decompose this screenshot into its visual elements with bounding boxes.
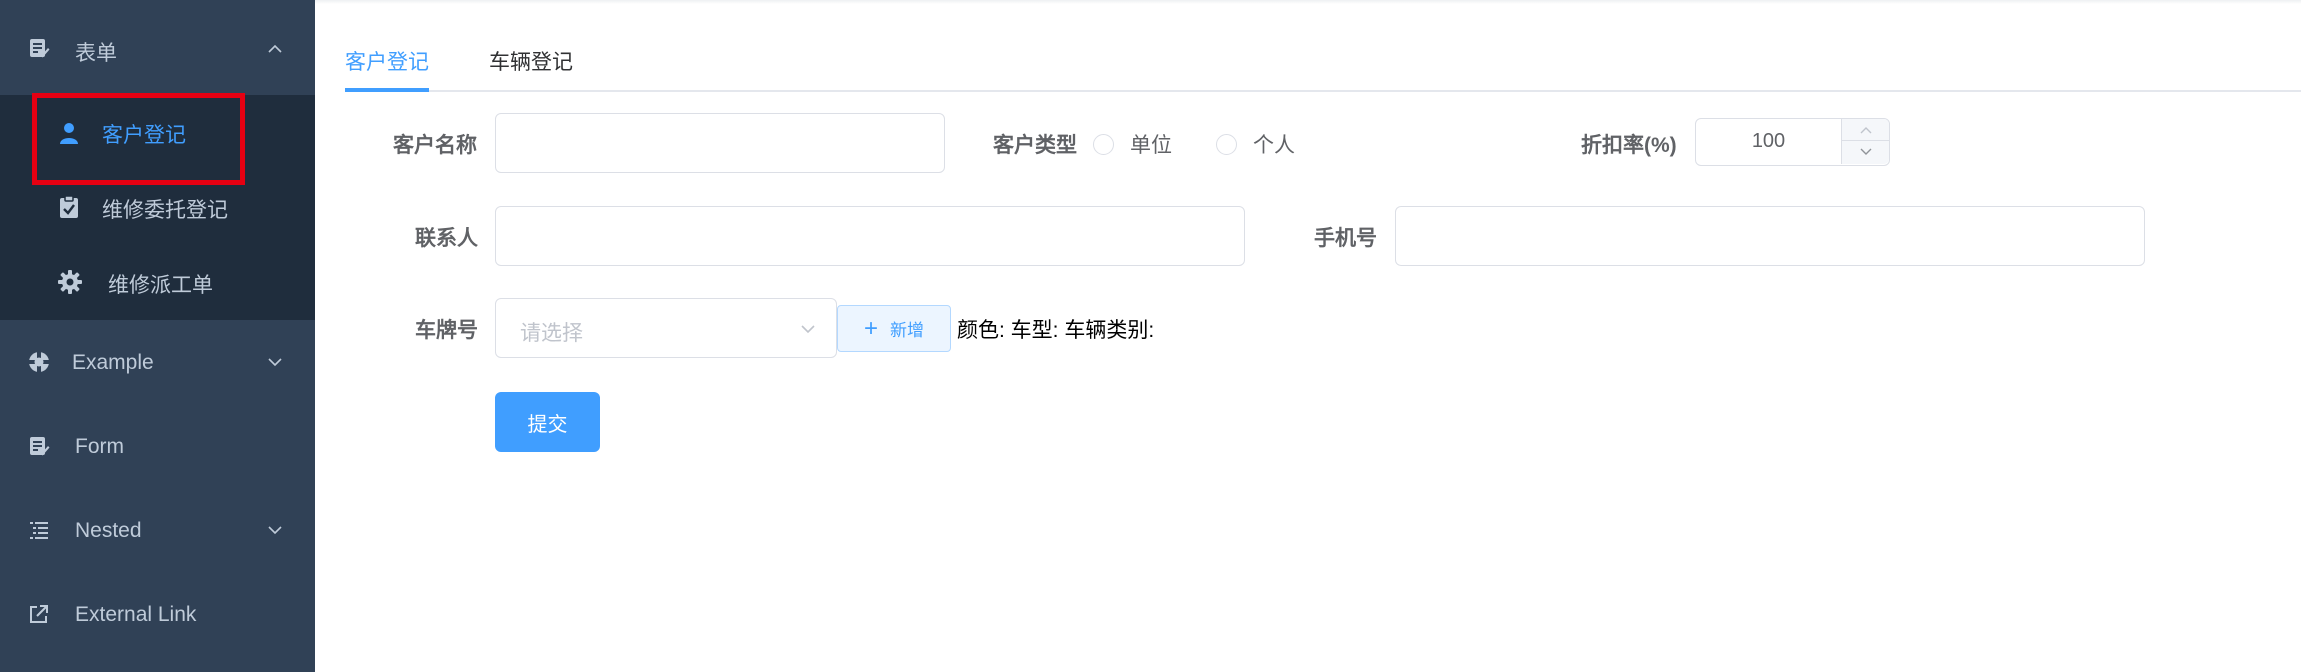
customer-type-label: 客户类型 [993, 134, 1077, 157]
user-icon [56, 120, 82, 146]
form-icon [27, 36, 51, 60]
radio-unit[interactable]: 单位 [1093, 129, 1172, 159]
add-vehicle-label: 新增 [890, 321, 924, 340]
plate-select-placeholder: 请选择 [520, 322, 583, 345]
customer-name-input[interactable] [495, 113, 945, 173]
plate-label: 车牌号 [415, 319, 478, 342]
discount-stepper [1841, 119, 1889, 164]
sidebar-item-label: 维修派工单 [108, 274, 213, 297]
tab-vehicle-register[interactable]: 车辆登记 [489, 46, 573, 76]
sidebar-item-label: External Link [75, 603, 197, 626]
chevron-down-icon [799, 320, 817, 338]
form-icon [27, 434, 51, 458]
radio-individual-label: 个人 [1253, 134, 1295, 157]
contact-input[interactable] [495, 206, 1245, 266]
nested-list-icon [27, 518, 51, 542]
sidebar-item-external-link[interactable]: External Link [0, 572, 315, 656]
sidebar-submenu: 客户登记 维修委托登记 维修派工单 [0, 95, 315, 320]
sidebar-item-label: 客户登记 [102, 124, 186, 147]
customer-name-label: 客户名称 [393, 134, 477, 157]
sidebar-item-form[interactable]: Form [0, 404, 315, 488]
radio-unit-label: 单位 [1130, 134, 1172, 157]
sidebar-item-example[interactable]: Example [0, 320, 315, 404]
plate-select[interactable]: 请选择 [495, 298, 837, 358]
discount-number-input[interactable]: 100 [1695, 118, 1890, 166]
chevron-down-icon [266, 521, 284, 539]
sidebar-item-label: Example [72, 351, 154, 374]
sidebar-item-repair-commission[interactable]: 维修委托登记 [0, 170, 315, 245]
sidebar-item-repair-dispatch[interactable]: 维修派工单 [0, 245, 315, 320]
chevron-up-icon [1860, 126, 1871, 133]
main-content: 客户登记 车辆登记 客户名称 客户类型 单位 个人 折扣率(%) 100 联系人… [315, 0, 2301, 672]
external-link-icon [27, 602, 51, 626]
sidebar-group-form[interactable]: 表单 [0, 0, 315, 95]
sidebar-item-label: Form [75, 435, 124, 458]
chevron-down-icon [266, 353, 284, 371]
tab-active-indicator [345, 88, 429, 92]
radio-individual[interactable]: 个人 [1216, 129, 1295, 159]
phone-label: 手机号 [1314, 227, 1377, 250]
radio-circle[interactable] [1093, 133, 1114, 155]
plus-icon: + [863, 314, 878, 342]
sidebar-group-form-label: 表单 [75, 42, 117, 65]
phone-input[interactable] [1395, 206, 2145, 266]
tab-divider [345, 90, 2301, 92]
contact-label: 联系人 [415, 227, 478, 250]
chevron-down-icon [1860, 148, 1871, 155]
chevron-up-icon [266, 40, 284, 58]
discount-label: 折扣率(%) [1581, 134, 1677, 157]
decrease-button[interactable] [1842, 141, 1889, 163]
sidebar-item-customer-register[interactable]: 客户登记 [0, 95, 315, 170]
tab-customer-register[interactable]: 客户登记 [345, 46, 429, 76]
vehicle-info-text: 颜色: 车型: 车辆类别: [957, 319, 1155, 342]
tab-bar: 客户登记 车辆登记 [345, 40, 2301, 92]
increase-button[interactable] [1842, 119, 1889, 141]
gear-icon [57, 269, 83, 295]
header-shadow [315, 0, 2301, 4]
sidebar-item-label: 维修委托登记 [102, 199, 228, 222]
sidebar: 表单 客户登记 维修委托登记 维修派工单 Example Form Nested… [0, 0, 315, 672]
example-icon [27, 350, 51, 374]
sidebar-item-nested[interactable]: Nested [0, 488, 315, 572]
submit-button[interactable]: 提交 [495, 392, 600, 452]
add-vehicle-button[interactable]: + 新增 [837, 305, 951, 352]
radio-circle[interactable] [1216, 133, 1237, 155]
discount-value[interactable]: 100 [1696, 119, 1841, 164]
clipboard-check-icon [56, 194, 82, 220]
sidebar-item-label: Nested [75, 519, 142, 542]
